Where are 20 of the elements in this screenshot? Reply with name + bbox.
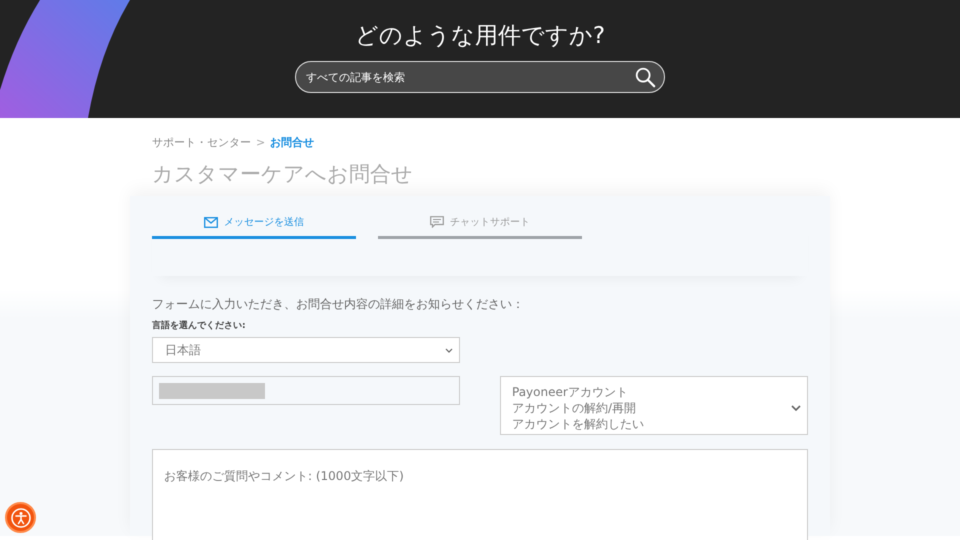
- breadcrumb-separator: >: [256, 136, 266, 149]
- comment-field[interactable]: お客様のご質問やコメント: (1000文字以下): [152, 449, 808, 540]
- breadcrumb-link[interactable]: サポート・センター: [152, 135, 251, 150]
- topic-dropdown[interactable]: Payoneerアカウント アカウントの解約/再開 アカウントを解約したい: [500, 376, 808, 435]
- accessibility-icon: [10, 508, 30, 528]
- tab[interactable]: メッセージを送信: [152, 212, 356, 239]
- mail-icon: [204, 216, 218, 228]
- form-instructions: フォームに入力いただき、お問合せ内容の詳細をお知らせください：: [152, 296, 525, 313]
- input-field[interactable]: [152, 376, 460, 405]
- page-title: カスタマーケアへお問合せ: [152, 161, 414, 188]
- search-icon[interactable]: [634, 66, 656, 88]
- field-label: 言語を選んでください:: [152, 319, 247, 332]
- tab[interactable]: チャットサポート: [378, 212, 582, 239]
- breadcrumb-link[interactable]: お問合せ: [270, 135, 314, 150]
- language-dropdown[interactable]: 日本語: [152, 337, 460, 363]
- chevron-icon: [791, 404, 801, 410]
- chat-icon: [430, 216, 444, 228]
- chevron-icon: [445, 348, 453, 352]
- page-heading: どのような用件ですか?: [354, 22, 606, 51]
- search-field[interactable]: すべての記事を検索: [295, 61, 665, 93]
